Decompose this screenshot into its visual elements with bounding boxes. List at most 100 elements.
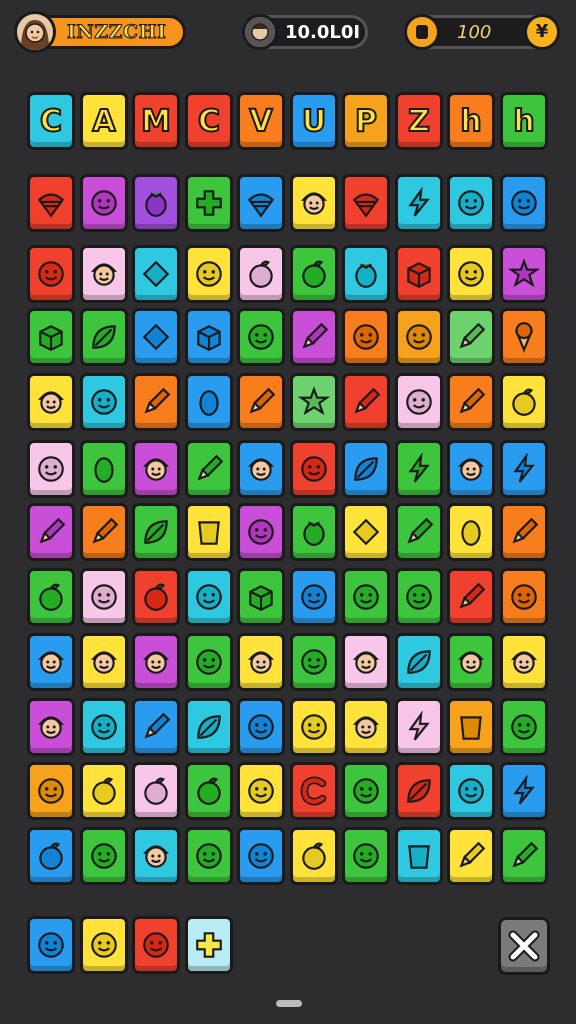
board-tile[interactable] bbox=[447, 633, 495, 691]
board-tile[interactable] bbox=[342, 827, 390, 885]
board-tile[interactable] bbox=[237, 174, 285, 232]
board-tile[interactable] bbox=[185, 698, 233, 756]
board-tile[interactable] bbox=[342, 440, 390, 498]
board-tile[interactable] bbox=[290, 503, 338, 561]
board-tile[interactable] bbox=[132, 174, 180, 232]
board-tile[interactable] bbox=[132, 633, 180, 691]
board-tile[interactable] bbox=[447, 827, 495, 885]
board-tile[interactable] bbox=[132, 440, 180, 498]
board-tile[interactable] bbox=[27, 373, 75, 431]
board-tile[interactable] bbox=[447, 503, 495, 561]
board-tile[interactable] bbox=[500, 633, 548, 691]
board-tile[interactable] bbox=[27, 568, 75, 626]
title-letter-tile[interactable]: C bbox=[185, 92, 233, 150]
board-tile[interactable] bbox=[80, 245, 128, 303]
tray-tile[interactable] bbox=[185, 916, 233, 974]
board-tile[interactable] bbox=[80, 762, 128, 820]
board-tile[interactable] bbox=[500, 174, 548, 232]
board-tile[interactable] bbox=[132, 373, 180, 431]
title-letter-tile[interactable]: C bbox=[27, 92, 75, 150]
board-tile[interactable] bbox=[290, 308, 338, 366]
board-tile[interactable] bbox=[80, 827, 128, 885]
board-tile[interactable] bbox=[185, 174, 233, 232]
board-tile[interactable] bbox=[237, 440, 285, 498]
title-letter-tile[interactable]: Z bbox=[395, 92, 443, 150]
board-tile[interactable] bbox=[237, 633, 285, 691]
shop-badge-icon[interactable]: ¥ bbox=[524, 14, 560, 50]
board-tile[interactable] bbox=[132, 308, 180, 366]
board-tile[interactable] bbox=[290, 762, 338, 820]
board-tile[interactable] bbox=[237, 245, 285, 303]
board-tile[interactable] bbox=[500, 245, 548, 303]
board-tile[interactable] bbox=[237, 698, 285, 756]
board-tile[interactable] bbox=[395, 245, 443, 303]
board-tile[interactable] bbox=[237, 568, 285, 626]
board-tile[interactable] bbox=[447, 308, 495, 366]
opponent-avatar[interactable] bbox=[242, 14, 278, 50]
board-tile[interactable] bbox=[395, 503, 443, 561]
board-tile[interactable] bbox=[80, 633, 128, 691]
board-tile[interactable] bbox=[185, 503, 233, 561]
board-tile[interactable] bbox=[500, 373, 548, 431]
title-letter-tile[interactable]: h bbox=[447, 92, 495, 150]
board-tile[interactable] bbox=[185, 373, 233, 431]
board-tile[interactable] bbox=[27, 245, 75, 303]
board-tile[interactable] bbox=[395, 308, 443, 366]
board-tile[interactable] bbox=[447, 568, 495, 626]
board-tile[interactable] bbox=[290, 633, 338, 691]
board-tile[interactable] bbox=[290, 174, 338, 232]
board-tile[interactable] bbox=[290, 698, 338, 756]
board-tile[interactable] bbox=[395, 568, 443, 626]
title-letter-tile[interactable]: U bbox=[290, 92, 338, 150]
title-letter-tile[interactable]: h bbox=[500, 92, 548, 150]
board-tile[interactable] bbox=[185, 568, 233, 626]
board-tile[interactable] bbox=[290, 373, 338, 431]
board-tile[interactable] bbox=[27, 440, 75, 498]
board-tile[interactable] bbox=[185, 245, 233, 303]
board-tile[interactable] bbox=[27, 503, 75, 561]
board-tile[interactable] bbox=[80, 440, 128, 498]
board-tile[interactable] bbox=[80, 503, 128, 561]
board-tile[interactable] bbox=[237, 308, 285, 366]
board-tile[interactable] bbox=[290, 568, 338, 626]
board-tile[interactable] bbox=[342, 762, 390, 820]
board-tile[interactable] bbox=[132, 503, 180, 561]
board-tile[interactable] bbox=[80, 308, 128, 366]
title-letter-tile[interactable]: P bbox=[342, 92, 390, 150]
board-tile[interactable] bbox=[395, 373, 443, 431]
board-tile[interactable] bbox=[395, 440, 443, 498]
title-letter-tile[interactable]: A bbox=[80, 92, 128, 150]
player-avatar[interactable] bbox=[14, 11, 56, 53]
board-tile[interactable] bbox=[237, 827, 285, 885]
board-tile[interactable] bbox=[80, 698, 128, 756]
board-tile[interactable] bbox=[395, 827, 443, 885]
board-tile[interactable] bbox=[132, 762, 180, 820]
board-tile[interactable] bbox=[27, 762, 75, 820]
board-tile[interactable] bbox=[395, 633, 443, 691]
board-tile[interactable] bbox=[500, 827, 548, 885]
board-tile[interactable] bbox=[342, 373, 390, 431]
tray-tile[interactable] bbox=[27, 916, 75, 974]
board-tile[interactable] bbox=[500, 762, 548, 820]
close-button[interactable] bbox=[498, 917, 550, 975]
board-tile[interactable] bbox=[290, 827, 338, 885]
tray-tile[interactable] bbox=[80, 916, 128, 974]
board-tile[interactable] bbox=[395, 174, 443, 232]
board-tile[interactable] bbox=[447, 174, 495, 232]
board-tile[interactable] bbox=[447, 698, 495, 756]
board-tile[interactable] bbox=[237, 762, 285, 820]
board-tile[interactable] bbox=[237, 373, 285, 431]
board-tile[interactable] bbox=[132, 245, 180, 303]
board-tile[interactable] bbox=[447, 245, 495, 303]
board-tile[interactable] bbox=[27, 827, 75, 885]
home-indicator[interactable] bbox=[276, 1000, 302, 1007]
board-tile[interactable] bbox=[290, 245, 338, 303]
board-tile[interactable] bbox=[447, 440, 495, 498]
board-tile[interactable] bbox=[342, 308, 390, 366]
board-tile[interactable] bbox=[447, 762, 495, 820]
board-tile[interactable] bbox=[27, 633, 75, 691]
title-letter-tile[interactable]: V bbox=[237, 92, 285, 150]
board-tile[interactable] bbox=[80, 568, 128, 626]
tray-tile[interactable] bbox=[132, 916, 180, 974]
board-tile[interactable] bbox=[395, 698, 443, 756]
